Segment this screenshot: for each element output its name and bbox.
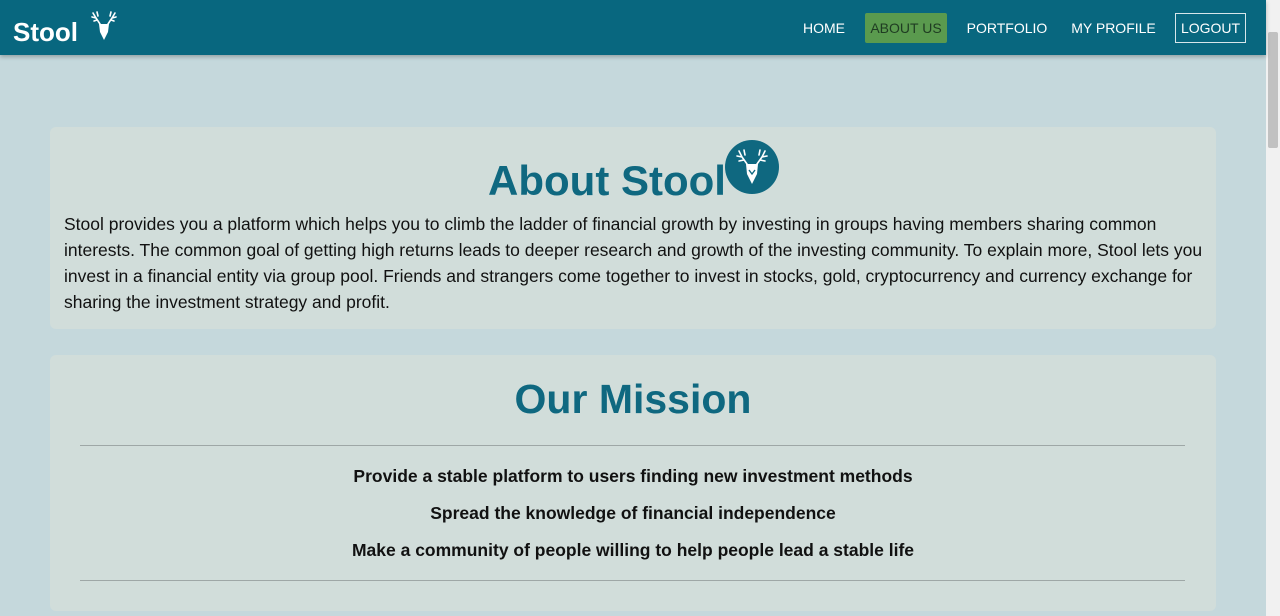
mission-heading: Our Mission: [514, 376, 752, 422]
mission-item: Spread the knowledge of financial indepe…: [430, 503, 836, 523]
divider: [80, 580, 1185, 581]
scrollbar-thumb[interactable]: [1268, 32, 1278, 148]
about-heading: About Stool: [50, 145, 1216, 217]
nav-portfolio[interactable]: PORTFOLIO: [960, 13, 1054, 43]
about-description: Stool provides you a platform which help…: [64, 214, 1203, 312]
about-card: About Stool Stool provides you a platfor…: [50, 127, 1216, 329]
deer-icon: [736, 149, 768, 184]
about-heading-text: About Stool: [488, 157, 726, 204]
nav-my-profile[interactable]: MY PROFILE: [1065, 13, 1162, 43]
nav-home[interactable]: HOME: [796, 13, 852, 43]
nav-about-us[interactable]: ABOUT US: [865, 13, 947, 43]
brand-logo-link[interactable]: Stool: [13, 16, 78, 48]
mission-item: Make a community of people willing to he…: [351, 540, 915, 560]
about-logo: [725, 140, 779, 194]
navbar: Stool HOME ABOUT US PORTFOLIO MY PROFILE…: [0, 0, 1266, 55]
mission-item: Provide a stable platform to users findi…: [353, 466, 913, 486]
divider: [80, 445, 1185, 446]
mission-card: Our Mission Provide a stable platform to…: [50, 355, 1216, 611]
scrollbar[interactable]: [1266, 0, 1280, 616]
page: Stool HOME ABOUT US PORTFOLIO MY PROFILE…: [0, 0, 1280, 616]
deer-icon: [91, 11, 117, 40]
logout-button[interactable]: LOGOUT: [1175, 13, 1246, 43]
